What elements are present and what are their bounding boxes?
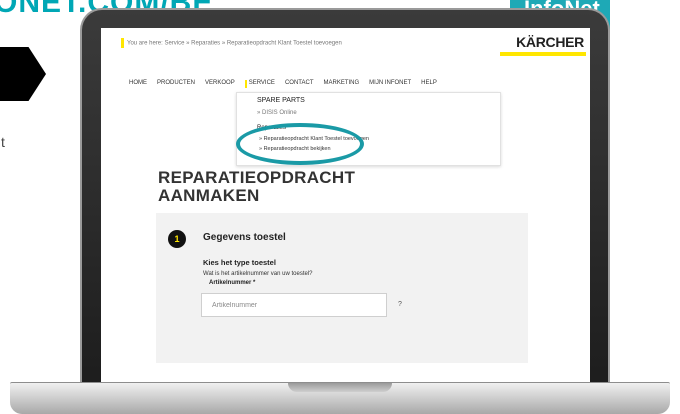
help-icon[interactable]: ?: [395, 300, 405, 310]
dropdown-heading-spare-parts: SPARE PARTS: [257, 97, 305, 104]
laptop-screen: You are here: Service » Reparaties » Rep…: [101, 28, 590, 390]
nav-item-verkoop[interactable]: VERKOOP: [205, 80, 235, 88]
artikelnummer-label: Artikelnummer *: [209, 280, 256, 286]
page-title-line-2: AANMAKEN: [158, 186, 260, 205]
nav-item-service[interactable]: SERVICE: [244, 80, 275, 88]
nav-item-contact[interactable]: CONTACT: [285, 80, 314, 88]
page-title: REPARATIEOPDRACHT AANMAKEN: [158, 169, 355, 205]
breadcrumb: You are here: Service » Reparaties » Rep…: [121, 38, 342, 48]
nav-item-marketing[interactable]: MARKETING: [324, 80, 360, 88]
dropdown-item-disis[interactable]: » DISIS Online: [257, 110, 297, 116]
page-title-line-1: REPARATIEOPDRACHT: [158, 168, 356, 187]
breadcrumb-text[interactable]: You are here: Service » Reparaties » Rep…: [127, 41, 342, 47]
nav-item-mijn-infonet[interactable]: MIJN INFONET: [369, 80, 411, 88]
laptop-base: [10, 382, 670, 414]
nav-item-home[interactable]: HOME: [129, 80, 147, 88]
nav-item-producten[interactable]: PRODUCTEN: [157, 80, 195, 88]
breadcrumb-marker: [121, 38, 124, 48]
step-number-badge: 1: [168, 230, 186, 248]
step-title: Gegevens toestel: [203, 232, 286, 243]
question-title: Kies het type toestel: [203, 258, 276, 267]
artikelnummer-input[interactable]: [201, 293, 387, 317]
main-nav: HOME PRODUCTEN VERKOOP SERVICE CONTACT M…: [129, 80, 437, 88]
arrow-right-icon: [0, 47, 46, 101]
cropped-text: t: [1, 134, 5, 150]
highlight-circle: [236, 123, 364, 165]
logo-underline: [500, 52, 586, 56]
nav-item-help[interactable]: HELP: [421, 80, 437, 88]
laptop-notch: [288, 383, 392, 392]
question-text: Wat is het artikelnummer van uw toestel?: [203, 271, 313, 277]
karcher-logo-text: KÄRCHER: [516, 34, 584, 50]
